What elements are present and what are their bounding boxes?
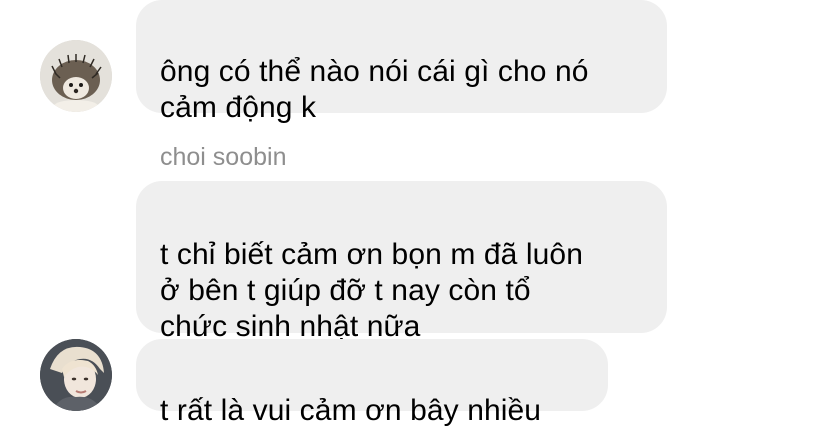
avatar[interactable] xyxy=(40,339,112,411)
message-bubble[interactable]: t chỉ biết cảm ơn bọn m đã luôn ở bên t … xyxy=(136,181,667,343)
message-bubble[interactable]: t rất là vui cảm ơn bây nhiều xyxy=(136,339,608,427)
message-text: t chỉ biết cảm ơn bọn m đã luôn ở bên t … xyxy=(160,238,583,343)
avatar[interactable] xyxy=(40,40,112,112)
person-avatar-icon xyxy=(40,339,112,411)
message-bubble[interactable]: ông có thể nào nói cái gì cho nó cảm độn… xyxy=(136,0,667,124)
sender-name: choi soobin xyxy=(160,143,287,171)
hedgehog-avatar-icon xyxy=(40,40,112,112)
message-text: t rất là vui cảm ơn bây nhiều xyxy=(160,394,542,427)
message-text: ông có thể nào nói cái gì cho nó cảm độn… xyxy=(160,55,589,124)
